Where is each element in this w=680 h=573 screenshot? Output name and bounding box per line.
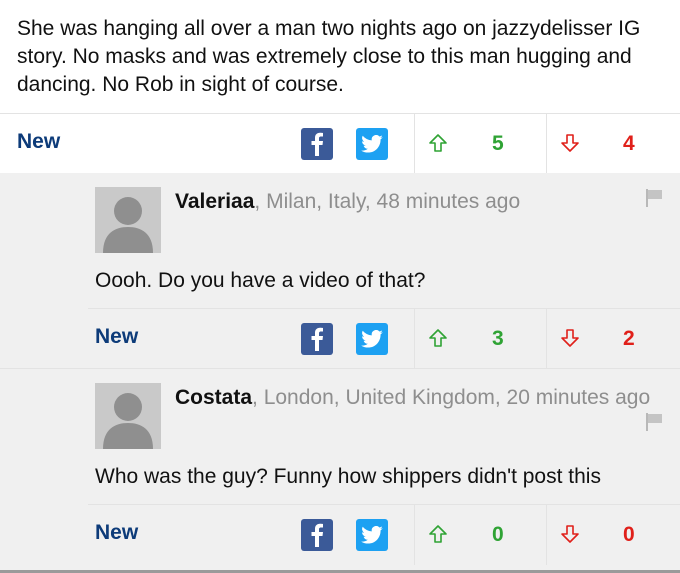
upvote-count: 3 [492, 327, 504, 350]
avatar-placeholder [95, 187, 161, 253]
arrow-up-icon [429, 134, 447, 152]
report-flag-button[interactable] [645, 188, 663, 213]
upvote-count: 5 [492, 132, 504, 155]
comment-text: She was hanging all over a man two night… [17, 17, 641, 96]
twitter-icon [361, 135, 383, 153]
author-name[interactable]: Costata [175, 386, 252, 409]
divider [414, 309, 415, 369]
downvote-count: 4 [623, 132, 635, 155]
downvote-button[interactable] [560, 133, 580, 158]
facebook-icon [311, 327, 323, 351]
reply-comment: Costata, London, United Kingdom, 20 minu… [0, 368, 680, 570]
flag-icon [646, 189, 662, 207]
facebook-share-button[interactable] [301, 519, 333, 551]
divider [414, 505, 415, 565]
reply-actions: New 3 2 [88, 308, 680, 369]
arrow-up-icon [429, 525, 447, 543]
upvote-button[interactable] [428, 133, 448, 158]
reply-actions: New 0 0 [88, 504, 680, 565]
comment-meta: Costata, London, United Kingdom, 20 minu… [175, 383, 665, 413]
new-link[interactable]: New [17, 130, 60, 154]
author-location-time: , London, United Kingdom, 20 minutes ago [252, 386, 651, 409]
avatar [95, 187, 161, 253]
twitter-icon [361, 526, 383, 544]
avatar [95, 383, 161, 449]
upvote-count: 0 [492, 523, 504, 546]
divider [546, 114, 547, 174]
arrow-up-icon [429, 329, 447, 347]
comment-text: Oooh. Do you have a video of that? [95, 269, 426, 292]
reply-comment: Valeriaa, Milan, Italy, 48 minutes ago O… [0, 173, 680, 369]
twitter-icon [361, 330, 383, 348]
twitter-share-button[interactable] [356, 323, 388, 355]
downvote-button[interactable] [560, 524, 580, 549]
main-comment: She was hanging all over a man two night… [0, 0, 680, 113]
downvote-button[interactable] [560, 328, 580, 353]
divider [546, 309, 547, 369]
facebook-icon [311, 132, 323, 156]
report-flag-button[interactable] [645, 412, 663, 437]
avatar-placeholder [95, 383, 161, 449]
downvote-count: 0 [623, 523, 635, 546]
new-link[interactable]: New [95, 521, 138, 545]
divider [414, 114, 415, 174]
comment-meta: Valeriaa, Milan, Italy, 48 minutes ago [175, 187, 665, 217]
arrow-down-icon [561, 329, 579, 347]
upvote-button[interactable] [428, 524, 448, 549]
main-comment-actions: New 5 4 [0, 113, 680, 174]
author-name[interactable]: Valeriaa [175, 190, 254, 213]
facebook-icon [311, 523, 323, 547]
facebook-share-button[interactable] [301, 128, 333, 160]
arrow-down-icon [561, 134, 579, 152]
twitter-share-button[interactable] [356, 519, 388, 551]
twitter-share-button[interactable] [356, 128, 388, 160]
facebook-share-button[interactable] [301, 323, 333, 355]
new-link[interactable]: New [95, 325, 138, 349]
comment-text: Who was the guy? Funny how shippers didn… [95, 465, 601, 488]
author-location-time: , Milan, Italy, 48 minutes ago [254, 190, 521, 213]
flag-icon [646, 413, 662, 431]
divider [546, 505, 547, 565]
upvote-button[interactable] [428, 328, 448, 353]
downvote-count: 2 [623, 327, 635, 350]
arrow-down-icon [561, 525, 579, 543]
